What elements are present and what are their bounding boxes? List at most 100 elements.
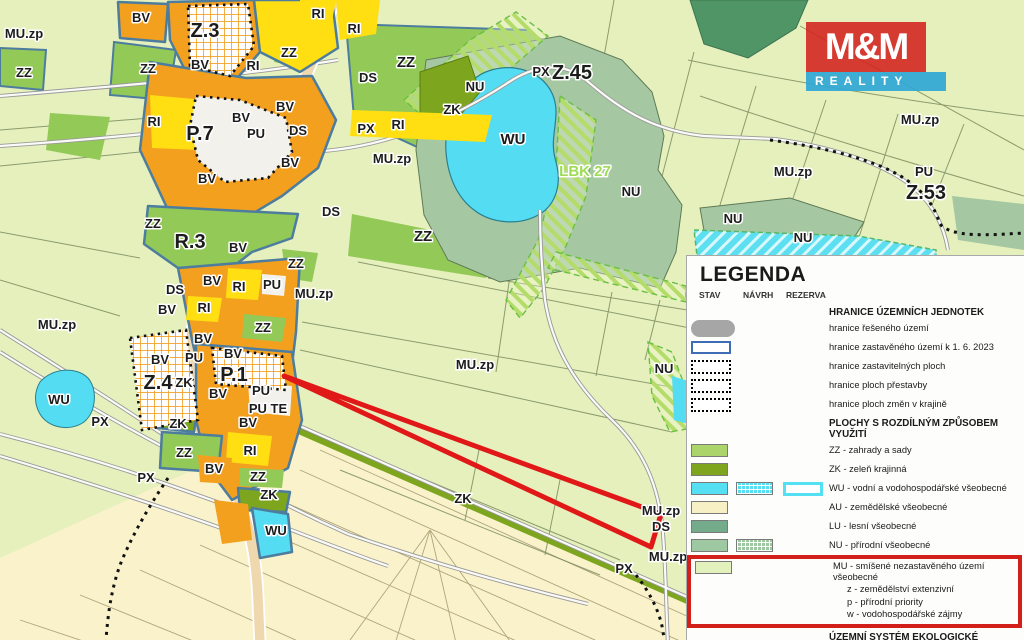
legend-row-label: hranice řešeného území <box>829 323 929 334</box>
map-label: BV <box>151 352 169 367</box>
legend-row-label: WU - vodní a vodohospodářské všeobecné <box>829 483 1007 494</box>
map-label: MU.zp <box>5 26 43 41</box>
map-label: PX <box>91 414 109 429</box>
map-label: RI <box>198 300 211 315</box>
legend-column-headers: STAVNÁVRHREZERVA <box>687 290 1024 303</box>
legend-row-sub-label: p - přírodní priority <box>847 596 1018 609</box>
map-label: RI <box>247 58 260 73</box>
legend-title: LEGENDA <box>700 263 1024 287</box>
map-label: RI <box>392 117 405 132</box>
legend-row-label: AU - zemědělské všeobecné <box>829 502 947 513</box>
swatch-grey-capsule <box>691 320 735 337</box>
map-label: P.1 <box>220 364 247 386</box>
map-label: PX <box>532 64 550 79</box>
map-label: NU <box>724 211 743 226</box>
legend-row: hranice zastavitelných ploch <box>687 357 1024 376</box>
map-label: DS <box>166 282 184 297</box>
map-label: ZK <box>454 491 472 506</box>
legend-row-label-text: hranice řešeného území <box>829 323 929 334</box>
legend-column-rezerva: REZERVA <box>786 290 826 300</box>
legend-row: hranice ploch přestavby <box>687 376 1024 395</box>
map-label: Z.53 <box>906 182 946 204</box>
legend-slot-stav <box>691 482 736 495</box>
map-label: BV <box>198 171 216 186</box>
map-label: RI <box>348 21 361 36</box>
legend-row: WU - vodní a vodohospodářské všeobecné <box>687 479 1024 498</box>
legend-slot-navrh <box>736 482 783 495</box>
legend-row-label-text: WU - vodní a vodohospodářské všeobecné <box>829 483 1007 494</box>
map-label: MU.zp <box>649 549 687 564</box>
legend-row-label: hranice ploch přestavby <box>829 380 927 391</box>
map-label: ZK <box>169 416 187 431</box>
map-label: P.7 <box>186 123 213 145</box>
map-label: BV <box>132 10 150 25</box>
legend-slot-stav <box>691 501 736 514</box>
map-label: BV <box>209 386 227 401</box>
map-label: PU <box>252 383 270 398</box>
legend-row: LU - lesní všeobecné <box>687 517 1024 536</box>
swatch-fill <box>691 501 728 514</box>
map-label: BV <box>194 331 212 346</box>
map-label: PX <box>357 121 375 136</box>
map-viewport: MU.zpBVZ.3RIRIZZZZZZBVRIDSZZPXZ.45NUZKRI… <box>0 0 1024 640</box>
legend-row-label: ZK - zeleň krajinná <box>829 464 907 475</box>
map-label: ZZ <box>145 216 161 231</box>
legend-row: NU - přírodní všeobecné <box>687 536 1024 555</box>
map-label: ZK <box>175 375 193 390</box>
map-label: ZZ <box>255 320 271 335</box>
legend-row-highlighted: MU - smíšené nezastavěného území všeobec… <box>687 555 1022 628</box>
legend-row-label-text: hranice ploch změn v krajině <box>829 399 947 410</box>
map-label: ZZ <box>140 61 156 76</box>
map-label: MU.zp <box>373 151 411 166</box>
legend-row: hranice ploch změn v krajině <box>687 395 1024 414</box>
map-label: BV <box>276 99 294 114</box>
legend-row-label-text: hranice ploch přestavby <box>829 380 927 391</box>
map-label: PU <box>247 126 265 141</box>
legend-row: hranice řešeného území <box>687 319 1024 338</box>
legend-column-stav: STAV <box>699 290 720 300</box>
swatch-fill <box>691 482 728 495</box>
map-label: BV <box>191 57 209 72</box>
map-label: NU <box>466 79 485 94</box>
legend-body: HRANICE ÚZEMNÍCH JEDNOTEKhranice řešenéh… <box>687 307 1024 640</box>
map-label: PX <box>615 561 633 576</box>
legend-section-heading: ÚZEMNÍ SYSTÉM EKOLOGICKÉ STABILITY <box>829 632 1024 640</box>
swatch-fill <box>691 520 728 533</box>
legend-row-sub-label: w - vodohospodářské zájmy <box>847 608 1018 621</box>
swatch-outline <box>783 482 823 496</box>
legend-panel: LEGENDA STAVNÁVRHREZERVA HRANICE ÚZEMNÍC… <box>686 255 1024 640</box>
legend-row-label-text: hranice zastavěného území k 1. 6. 2023 <box>829 342 994 353</box>
legend-slot-stav <box>695 561 740 574</box>
map-label: LBK 27 <box>559 163 611 180</box>
legend-slot-navrh <box>736 539 783 552</box>
swatch-fill <box>691 539 728 552</box>
legend-row-label-text: LU - lesní všeobecné <box>829 521 916 532</box>
legend-row: ZZ - zahrady a sady <box>687 441 1024 460</box>
legend-row-label-text: AU - zemědělské všeobecné <box>829 502 947 513</box>
legend-row-label: hranice zastavěného území k 1. 6. 2023 <box>829 342 994 353</box>
map-label: BV <box>158 302 176 317</box>
map-label: WU <box>48 392 70 407</box>
map-label: BV <box>232 110 250 125</box>
map-label: NU <box>794 230 813 245</box>
map-label: WU <box>501 131 526 148</box>
legend-slot-stav <box>691 520 736 533</box>
swatch-dotted <box>691 360 731 374</box>
map-label: Z.45 <box>552 62 592 84</box>
logo-mm-text: M&M <box>806 22 926 72</box>
legend-row-label-text: ZZ - zahrady a sady <box>829 445 912 456</box>
swatch-blue-outline <box>691 341 731 354</box>
map-label: PU TE <box>249 401 288 416</box>
swatch-dotted <box>691 379 731 393</box>
legend-row: AU - zemědělské všeobecné <box>687 498 1024 517</box>
map-label: NU <box>655 361 674 376</box>
map-label: PX <box>137 470 155 485</box>
map-label: Z.3 <box>191 20 220 42</box>
map-label: BV <box>229 240 247 255</box>
map-label: ZK <box>443 102 461 117</box>
map-label: BV <box>281 155 299 170</box>
legend-slot-stav <box>691 398 736 412</box>
legend-slot-stav <box>691 539 736 552</box>
legend-row-sub-label: z - zemědělství extenzivní <box>847 583 1018 596</box>
legend-row-label-text: ZK - zeleň krajinná <box>829 464 907 475</box>
